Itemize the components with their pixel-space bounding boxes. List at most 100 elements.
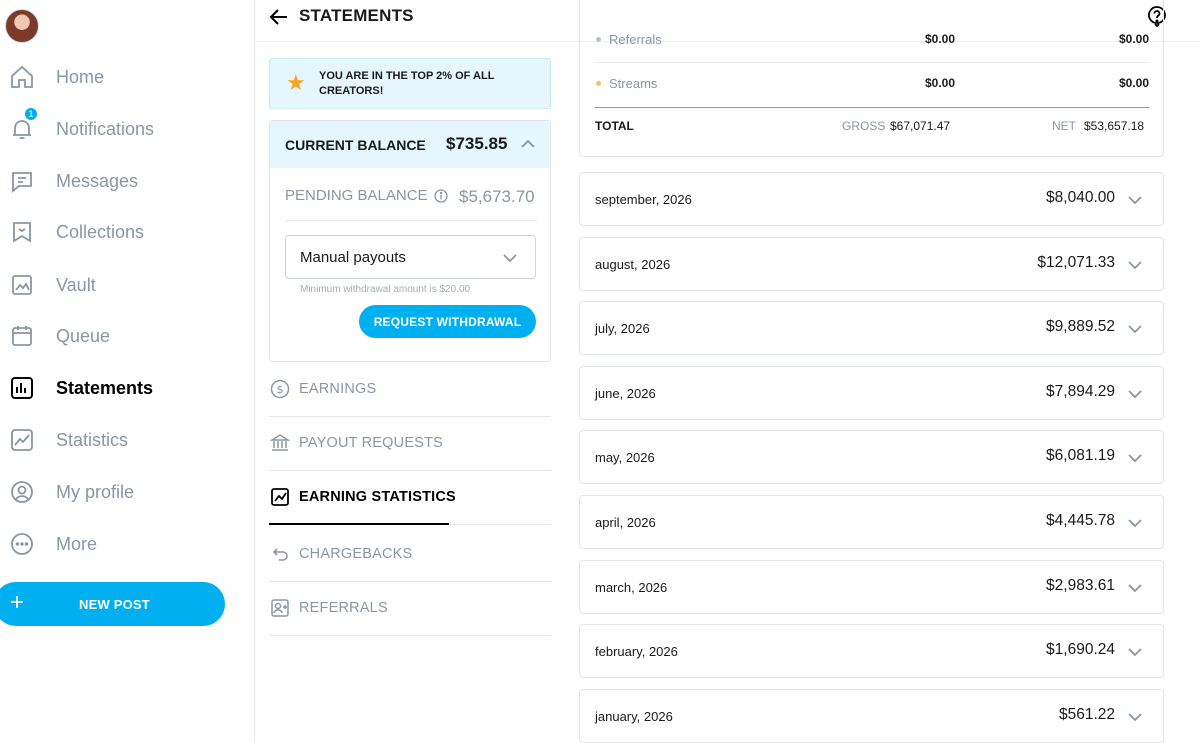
sidebar-item-label: Vault (56, 274, 96, 295)
avatar[interactable] (5, 9, 39, 43)
month-label: september, 2026 (595, 192, 692, 207)
sidebar-item-label: Statistics (56, 429, 129, 450)
month-label: july, 2026 (595, 321, 650, 336)
payout-mode-value: Manual payouts (300, 249, 406, 266)
top-creator-text: YOU ARE IN THE TOP 2% OF ALL CREATORS! (319, 70, 495, 97)
bank-icon (269, 433, 291, 453)
statistics-icon (9, 427, 35, 453)
chevron-down-icon[interactable] (1126, 643, 1144, 661)
summary-row-gross: $0.00 (924, 32, 955, 46)
back-arrow-icon[interactable] (268, 6, 290, 28)
legend-dot (596, 81, 601, 86)
month-amount: $9,889.52 (1046, 318, 1115, 335)
request-withdrawal-button[interactable]: REQUEST WITHDRAWAL (359, 305, 536, 338)
month-label: may, 2026 (595, 450, 655, 465)
current-balance-header[interactable]: CURRENT BALANCE $735.85 (270, 121, 550, 168)
pending-balance-row: PENDING BALANCE (285, 187, 448, 204)
summary-row-name: Streams (609, 76, 658, 91)
balance-card: CURRENT BALANCE $735.85 PENDING BALANCE … (269, 120, 551, 362)
chart-icon (270, 487, 290, 507)
dollar-circle-icon: $ (270, 379, 290, 399)
sidebar-item-label: My profile (56, 481, 135, 502)
summary-row-streams: Streams $0.00 $0.00 (595, 63, 1149, 107)
message-icon (9, 168, 35, 194)
home-icon (9, 64, 35, 90)
chevron-down-icon[interactable] (1126, 449, 1144, 467)
month-amount: $8,040.00 (1046, 189, 1115, 206)
menu-item-label: PAYOUT REQUESTS (299, 435, 443, 451)
month-amount: $2,983.61 (1046, 577, 1115, 594)
sidebar-item-home[interactable]: Home (0, 57, 250, 97)
month-label: march, 2026 (595, 580, 668, 595)
payout-mode-select[interactable]: Manual payouts (285, 235, 536, 279)
sidebar-item-label: Statements (56, 377, 154, 398)
earnings-summary-card: Referrals $0.00 $0.00 Streams $0.00 $0.0… (579, 0, 1164, 157)
gross-label: GROSS (842, 119, 886, 133)
month-row[interactable]: may, 2026 $6,081.19 (579, 430, 1164, 484)
plus-icon: + (10, 589, 25, 616)
month-amount: $6,081.19 (1046, 447, 1115, 464)
chevron-down-icon[interactable] (1126, 320, 1144, 338)
sidebar-item-collections[interactable]: Collections (0, 212, 250, 252)
pending-balance-value: $5,673.70 (459, 187, 535, 206)
new-post-button[interactable]: + NEW POST (0, 582, 225, 626)
pending-balance-label: PENDING BALANCE (285, 187, 428, 204)
month-row[interactable]: january, 2026 $561.22 (579, 689, 1164, 743)
net-label: NET (1052, 119, 1076, 133)
chevron-down-icon[interactable] (1126, 385, 1144, 403)
month-label: june, 2026 (595, 386, 656, 401)
summary-row-name: Referrals (609, 32, 662, 47)
svg-text:$: $ (277, 383, 284, 396)
chevron-down-icon[interactable] (1126, 579, 1144, 597)
menu-item-earning-statistics[interactable]: EARNING STATISTICS (269, 471, 551, 525)
summary-row-net: $0.00 (1118, 32, 1149, 46)
sidebar-item-label: Collections (56, 221, 145, 242)
notification-badge: 1 (24, 107, 38, 121)
chevron-down-icon[interactable] (1126, 191, 1144, 209)
month-row[interactable]: march, 2026 $2,983.61 (579, 560, 1164, 614)
new-post-label: NEW POST (79, 597, 150, 612)
sidebar-item-vault[interactable]: Vault (0, 265, 250, 305)
info-icon[interactable] (433, 188, 448, 203)
total-label: TOTAL (595, 119, 634, 133)
summary-row-gross: $0.00 (924, 76, 955, 90)
star-icon: ★ (286, 70, 306, 95)
profile-icon (9, 479, 35, 505)
sidebar-item-messages[interactable]: Messages (0, 161, 250, 201)
sidebar-item-statistics[interactable]: Statistics (0, 420, 250, 460)
sidebar-item-my-profile[interactable]: My profile (0, 472, 250, 512)
chevron-up-icon[interactable] (519, 135, 537, 153)
sidebar-item-label: Notifications (56, 118, 155, 139)
month-label: august, 2026 (595, 257, 671, 272)
menu-item-chargebacks[interactable]: CHARGEBACKS (269, 528, 551, 582)
top-creator-banner: ★ YOU ARE IN THE TOP 2% OF ALL CREATORS! (269, 58, 551, 109)
month-row[interactable]: july, 2026 $9,889.52 (579, 301, 1164, 355)
minimum-withdrawal-note: Minimum withdrawal amount is $20.00 (300, 284, 471, 295)
month-row[interactable]: february, 2026 $1,690.24 (579, 624, 1164, 678)
month-row[interactable]: june, 2026 $7,894.29 (579, 366, 1164, 420)
sidebar-item-label: Messages (56, 170, 139, 191)
menu-item-earnings[interactable]: $ EARNINGS (269, 363, 551, 417)
summary-total-row: TOTAL GROSS $67,071.47 NET $53,657.18 (595, 107, 1149, 147)
sidebar-item-label: Queue (56, 325, 111, 346)
menu-item-label: EARNING STATISTICS (299, 489, 456, 505)
statements-icon (9, 375, 35, 401)
page-title: STATEMENTS (299, 6, 414, 25)
chevron-down-icon[interactable] (1126, 256, 1144, 274)
month-row[interactable]: september, 2026 $8,040.00 (579, 172, 1164, 226)
net-value: $53,657.18 (1084, 119, 1145, 133)
sidebar-item-queue[interactable]: Queue (0, 316, 250, 356)
chevron-down-icon[interactable] (1126, 708, 1144, 726)
sidebar: Home 1 Notifications Messages Collection… (0, 0, 255, 743)
sidebar-item-notifications[interactable]: 1 Notifications (0, 107, 250, 149)
month-row[interactable]: august, 2026 $12,071.33 (579, 237, 1164, 291)
sidebar-item-more[interactable]: More (0, 524, 250, 564)
sidebar-item-statements[interactable]: Statements (0, 368, 250, 408)
month-row[interactable]: april, 2026 $4,445.78 (579, 495, 1164, 549)
chevron-down-icon[interactable] (1126, 514, 1144, 532)
menu-item-payout-requests[interactable]: PAYOUT REQUESTS (269, 417, 551, 471)
referral-icon (270, 598, 290, 618)
current-balance-value: $735.85 (446, 134, 508, 153)
vault-icon (9, 272, 35, 298)
menu-item-referrals[interactable]: REFERRALS (269, 582, 551, 636)
